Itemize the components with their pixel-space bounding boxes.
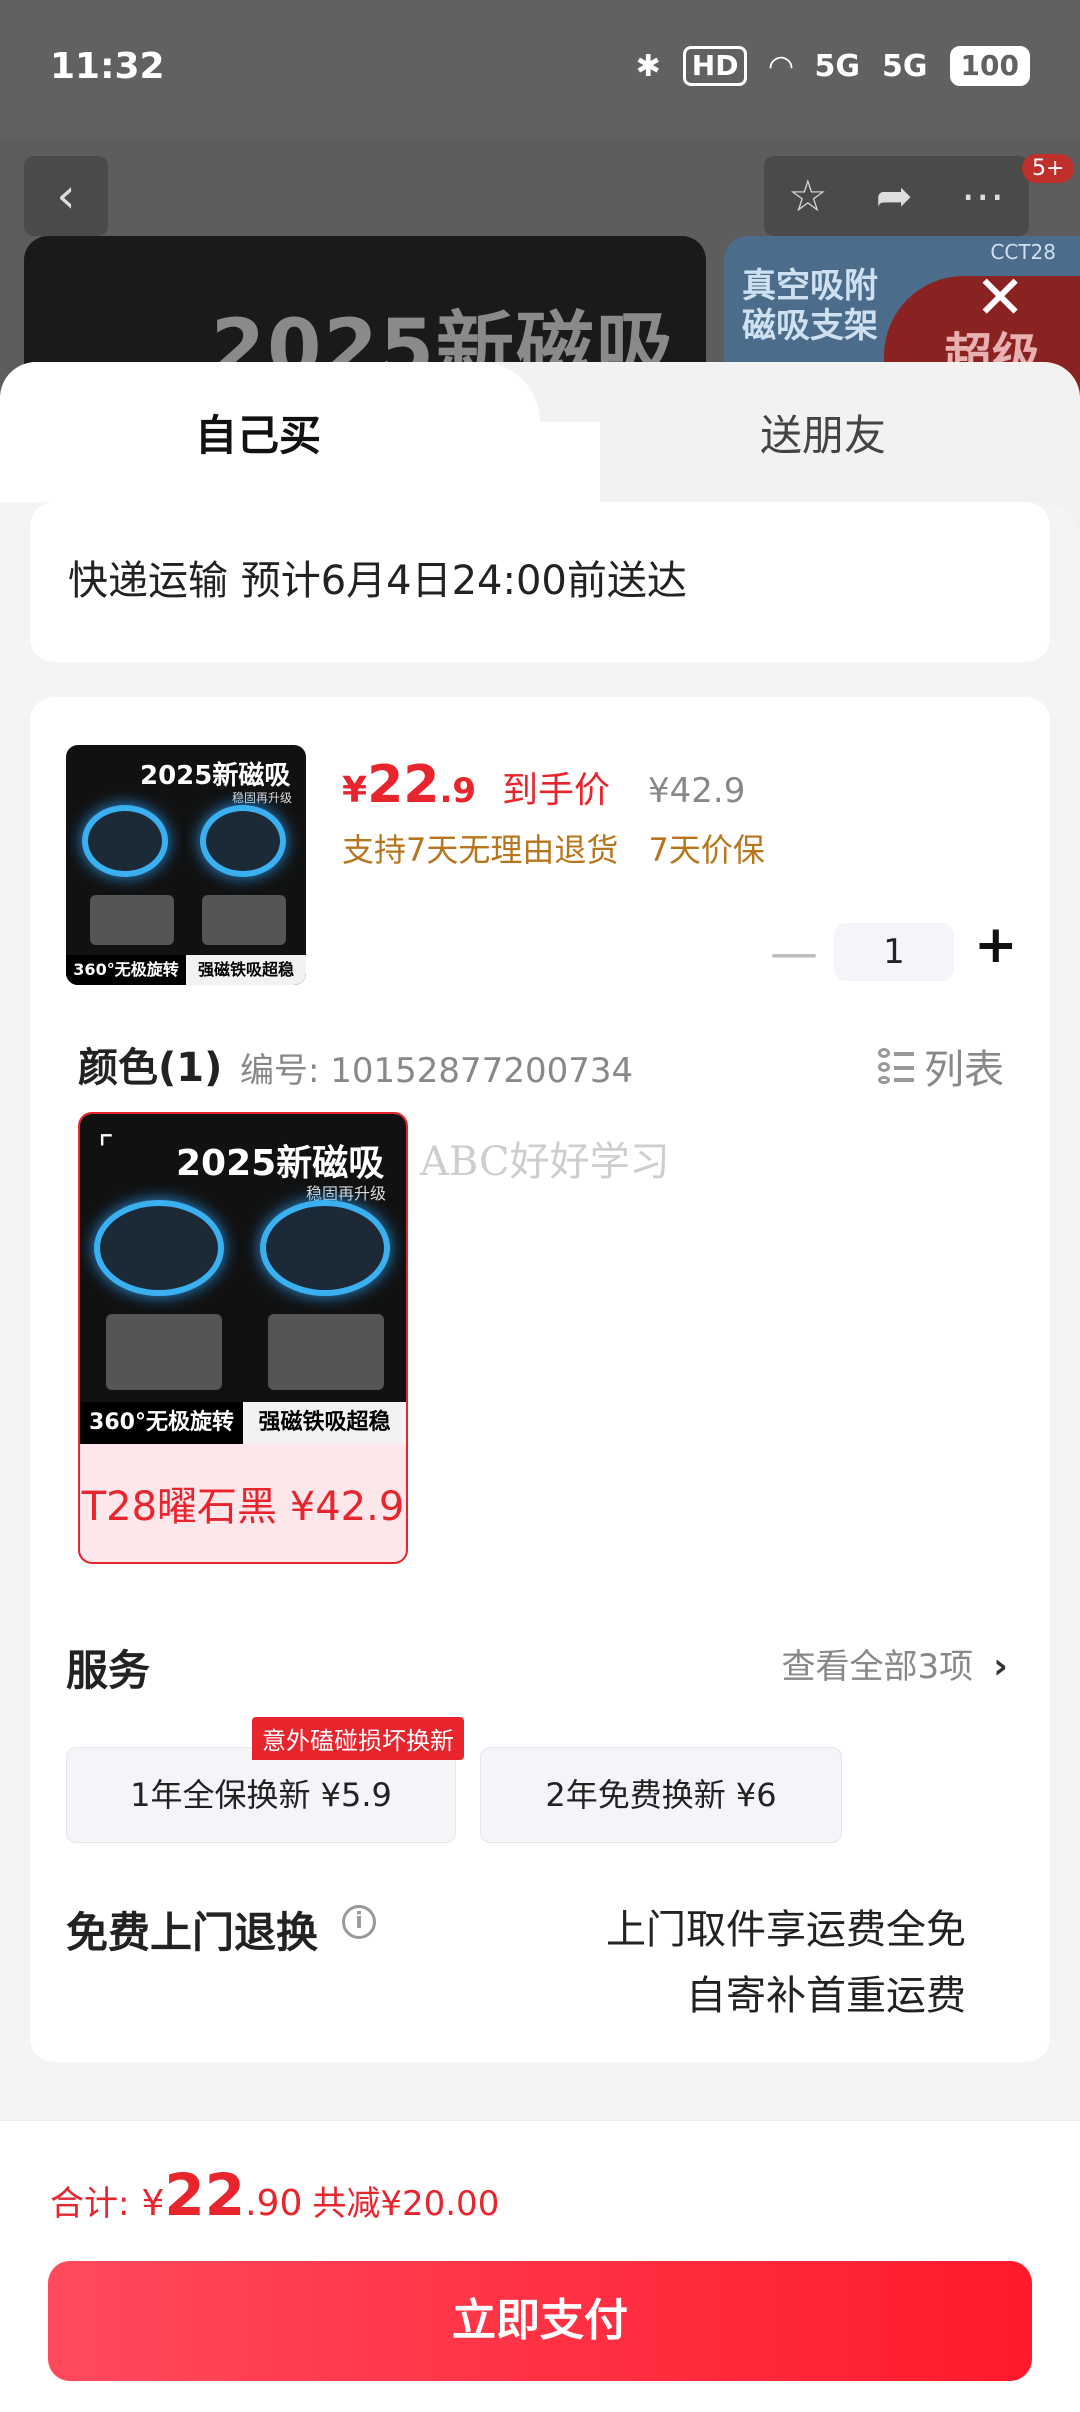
variant-label: T28曜石黑 ¥42.9 — [81, 1484, 405, 1530]
purchase-sheet: 自己买 送朋友 快递运输 预计6月4日24:00前送达 2025新磁吸 稳固再升… — [0, 362, 1080, 2412]
service-view-all-label: 查看全部3项 — [781, 1647, 974, 1687]
service-option-1-badge: 意外磕碰损坏换新 — [252, 1717, 464, 1760]
background-product-page: ‹ ☆ ➦ ⋯ 5+ 2025新磁吸 CCT28 真空吸附 磁吸支架 超级 — [0, 140, 1080, 406]
thumb-subtitle: 稳固再升级 — [232, 791, 293, 805]
bluetooth-icon: ✱ — [635, 48, 661, 84]
total-row: 合计: ¥ 22 .90 共减¥20.00 — [50, 2161, 499, 2229]
notification-badge: 5+ — [1022, 154, 1075, 183]
checkout-footer: 合计: ¥ 22 .90 共减¥20.00 立即支付 — [0, 2120, 1080, 2412]
price-currency: ¥ — [342, 770, 368, 811]
top-action-group: ☆ ➦ ⋯ — [764, 156, 1029, 236]
list-icon — [878, 1048, 914, 1084]
signal-icon-2: 5G — [882, 48, 928, 84]
variant-strip-right: 强磁铁吸超稳 — [243, 1402, 406, 1444]
stand-left-icon — [106, 1314, 222, 1390]
magnet-left-icon — [82, 805, 168, 877]
color-variant-option[interactable]: ⌜ 2025新磁吸 稳固再升级 360°无极旋转 强磁铁吸超稳 T28曜石黑 ¥… — [78, 1112, 408, 1564]
quantity-input[interactable]: 1 — [834, 923, 954, 981]
variant-strip: 360°无极旋转 强磁铁吸超稳 — [80, 1402, 406, 1444]
total-integer: 22 — [164, 2161, 246, 2229]
product-card: 2025新磁吸 稳固再升级 360°无极旋转 强磁铁吸超稳 ¥ 22 .9 到手… — [30, 697, 1050, 2062]
chevron-left-icon: ‹ — [56, 168, 76, 224]
thumb-strip: 360°无极旋转 强磁铁吸超稳 — [66, 955, 306, 985]
quantity-plus-button[interactable]: + — [974, 915, 1018, 975]
chevron-right-icon: › — [993, 1646, 1008, 1687]
return-line-2: 自寄补首重运费 — [686, 1973, 966, 2019]
promise-price-protect: 7天价保 — [648, 831, 765, 869]
stand-right-icon — [202, 895, 286, 945]
thumb-strip-left: 360°无极旋转 — [73, 960, 179, 979]
status-icons: ✱ HD ◠ 5G 5G 100 — [636, 46, 1030, 86]
status-time: 11:32 — [50, 46, 165, 87]
back-button[interactable]: ‹ — [24, 156, 108, 236]
promise-row: 支持7天无理由退货 7天价保 — [342, 825, 785, 871]
wifi-icon: ◠ — [769, 48, 793, 84]
more-icon[interactable]: ⋯ — [961, 171, 1005, 222]
price-integer: 22 — [367, 755, 440, 815]
battery-icon: 100 — [949, 46, 1030, 86]
banner-side-text: 真空吸附 磁吸支架 — [742, 266, 878, 346]
original-price: ¥42.9 — [648, 771, 746, 811]
star-icon[interactable]: ☆ — [788, 171, 827, 222]
total-discount: 共减¥20.00 — [312, 2184, 500, 2224]
price-tag: 到手价 — [502, 770, 611, 811]
list-view-toggle[interactable]: 列表 — [878, 1037, 1004, 1095]
expand-icon[interactable]: ⌜ — [98, 1132, 114, 1166]
service-view-all[interactable]: 查看全部3项 › — [782, 1639, 1008, 1688]
banner-side-line-2: 磁吸支架 — [742, 306, 878, 346]
share-icon[interactable]: ➦ — [876, 171, 913, 222]
promise-return: 支持7天无理由退货 — [342, 831, 619, 869]
stand-left-icon — [90, 895, 174, 945]
hd-icon: HD — [682, 46, 748, 86]
price-row: ¥ 22 .9 到手价 ¥42.9 — [342, 755, 745, 815]
service-option-1[interactable]: 1年全保换新 ¥5.9 — [66, 1747, 456, 1843]
tab-self-buy-label[interactable]: 自己买 — [195, 402, 321, 463]
service-option-2[interactable]: 2年免费换新 ¥6 — [480, 1747, 842, 1843]
banner-side-line-1: 真空吸附 — [742, 266, 878, 306]
product-code: 编号: 10152877200734 — [240, 1051, 634, 1091]
thumb-strip-right: 强磁铁吸超稳 — [186, 955, 306, 985]
shipping-text: 快递运输 预计6月4日24:00前送达 — [68, 558, 687, 604]
product-thumbnail[interactable]: 2025新磁吸 稳固再升级 360°无极旋转 强磁铁吸超稳 — [66, 745, 306, 985]
total-label: 合计: — [50, 2184, 130, 2224]
return-line-1: 上门取件享运费全免 — [606, 1907, 966, 1953]
total-decimal: .90 — [245, 2183, 303, 2224]
banner-side-tag: CCT28 — [990, 240, 1056, 264]
variant-image: ⌜ 2025新磁吸 稳固再升级 360°无极旋转 强磁铁吸超稳 — [80, 1114, 406, 1444]
stand-right-icon — [268, 1314, 384, 1390]
signal-icon-1: 5G — [814, 48, 861, 84]
magnet-right-icon — [260, 1200, 390, 1296]
price-decimal: .9 — [439, 771, 477, 811]
service-title: 服务 — [66, 1646, 151, 1695]
variant-strip-left: 360°无极旋转 — [89, 1410, 234, 1435]
tab-gift-label[interactable]: 送朋友 — [760, 402, 886, 463]
color-title: 颜色(1) — [78, 1045, 223, 1091]
return-title: 免费上门退换 — [66, 1908, 319, 1957]
status-bar: 11:32 ✱ HD ◠ 5G 5G 100 — [0, 0, 1080, 140]
magnet-right-icon — [200, 805, 286, 877]
magnet-left-icon — [94, 1200, 224, 1296]
total-currency: ¥ — [141, 2183, 165, 2224]
info-icon[interactable]: i — [342, 1905, 376, 1939]
quantity-minus-button[interactable]: — — [770, 925, 818, 981]
pay-now-button[interactable]: 立即支付 — [48, 2261, 1032, 2381]
variant-image-title: 2025新磁吸 — [176, 1143, 385, 1184]
close-icon[interactable]: ✕ — [975, 268, 1025, 328]
thumb-title: 2025新磁吸 — [140, 761, 291, 791]
list-view-label: 列表 — [924, 1047, 1004, 1093]
shipping-card: 快递运输 预计6月4日24:00前送达 — [30, 502, 1050, 662]
watermark-text: ABC好好学习 — [420, 1139, 670, 1185]
